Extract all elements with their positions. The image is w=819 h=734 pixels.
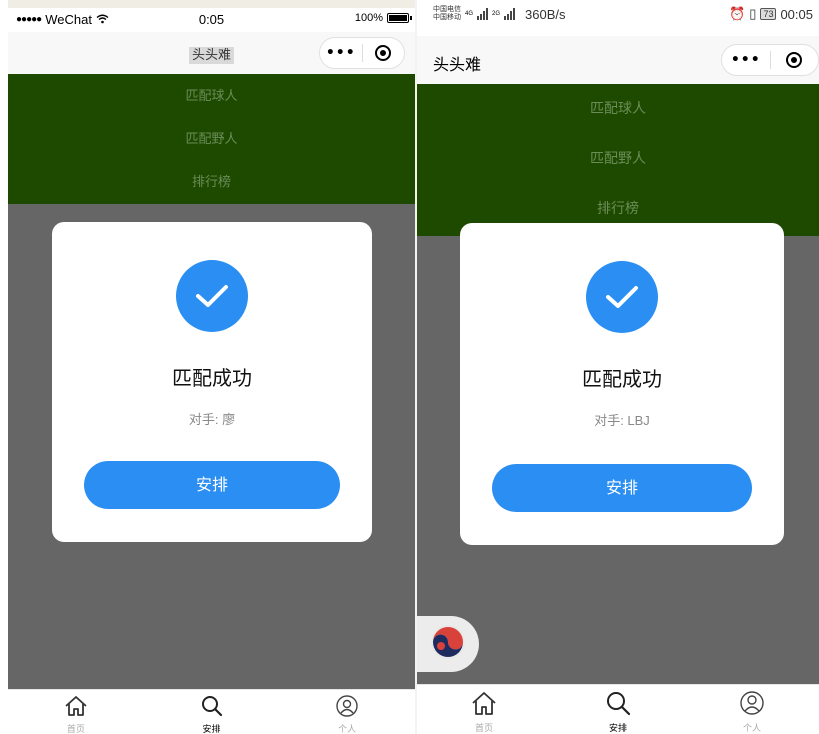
target-icon xyxy=(375,45,392,61)
tab-home[interactable]: 首页 xyxy=(8,690,144,734)
match-success-modal: 匹配成功 对手: LBJ 安排 xyxy=(460,223,784,545)
page-overlay: 匹配球人 匹配野人 排行榜 匹配成功 对手: 廖 安排 xyxy=(8,74,415,689)
arrange-button[interactable]: 安排 xyxy=(84,461,340,509)
opponent-label: 对手: 廖 xyxy=(188,412,236,427)
match-success-modal: 匹配成功 对手: 廖 安排 xyxy=(52,222,372,542)
status-bar: ●●●●● WeChat 0:05 100% xyxy=(8,0,415,32)
status-bar: 中国电信 中国移动 4G 2G 360B/s ⏰ ▯ 73 00:05 xyxy=(417,0,819,36)
menu-item-match-wild[interactable]: 匹配野人 xyxy=(417,134,819,184)
alarm-icon: ⏰ xyxy=(729,6,746,21)
tab-home[interactable]: 首页 xyxy=(417,685,551,734)
nav-bar: 头头难 ••• xyxy=(417,36,819,84)
signal-icon xyxy=(477,8,489,20)
tab-arrange[interactable]: 安排 xyxy=(144,690,280,734)
user-icon xyxy=(738,690,766,720)
opponent-label: 对手: LBJ xyxy=(594,413,650,428)
right-phone: 中国电信 中国移动 4G 2G 360B/s ⏰ ▯ 73 00:05 头头难 … xyxy=(417,0,819,734)
battery-icon xyxy=(387,13,412,23)
left-phone: ●●●●● WeChat 0:05 100% 头头难 ••• 匹配球人 匹配野人… xyxy=(8,0,415,734)
tab-label-arrange: 安排 xyxy=(202,725,221,734)
menu-item-match-ball[interactable]: 匹配球人 xyxy=(417,84,819,134)
carrier-labels: 中国电信 中国移动 xyxy=(433,6,461,21)
search-icon xyxy=(200,695,224,721)
tab-label-profile: 个人 xyxy=(742,724,761,734)
menu-panel: 匹配球人 匹配野人 排行榜 xyxy=(417,84,819,236)
target-icon xyxy=(786,52,803,68)
tab-profile[interactable]: 个人 xyxy=(685,685,819,734)
status-time: 00:05 xyxy=(780,6,813,22)
nav-bar: 头头难 ••• xyxy=(8,32,415,74)
modal-title: 匹配成功 xyxy=(582,367,662,391)
floating-assistant-button[interactable] xyxy=(417,616,479,672)
checkmark-icon xyxy=(586,261,658,333)
home-icon xyxy=(63,695,89,721)
vibrate-icon: ▯ xyxy=(749,6,757,21)
more-options-button[interactable]: ••• xyxy=(320,45,362,61)
user-icon xyxy=(335,695,359,721)
menu-item-ranking[interactable]: 排行榜 xyxy=(8,160,415,203)
arrange-button[interactable]: 安排 xyxy=(492,464,752,512)
menu-item-match-ball[interactable]: 匹配球人 xyxy=(8,74,415,117)
menu-panel: 匹配球人 匹配野人 排行榜 xyxy=(8,74,415,204)
tab-label-arrange: 安排 xyxy=(608,724,627,734)
tab-arrange[interactable]: 安排 xyxy=(551,685,685,734)
network-type-1: 4G xyxy=(465,11,474,17)
menu-item-match-wild[interactable]: 匹配野人 xyxy=(8,117,415,160)
page-overlay: 匹配球人 匹配野人 排行榜 匹配成功 对手: LBJ 安排 xyxy=(417,84,819,684)
tab-label-profile: 个人 xyxy=(338,725,357,734)
close-miniprogram-button[interactable] xyxy=(363,45,405,61)
tab-label-home: 首页 xyxy=(474,724,493,734)
capsule-menu: ••• xyxy=(319,37,405,69)
tab-label-home: 首页 xyxy=(66,725,85,734)
battery-icon: 73 xyxy=(760,8,777,20)
tab-profile[interactable]: 个人 xyxy=(279,690,415,734)
search-icon xyxy=(604,690,632,720)
checkmark-icon xyxy=(176,260,248,332)
screenshot-stage: ●●●●● WeChat 0:05 100% 头头难 ••• 匹配球人 匹配野人… xyxy=(0,0,819,734)
more-options-button[interactable]: ••• xyxy=(722,52,770,68)
network-speed: 360B/s xyxy=(525,6,566,22)
signal-icon-2 xyxy=(504,8,516,20)
capsule-menu: ••• xyxy=(721,44,819,76)
network-type-2: 2G xyxy=(492,11,501,17)
page-title: 头头难 xyxy=(433,55,482,74)
app-logo-icon xyxy=(428,622,468,666)
close-miniprogram-button[interactable] xyxy=(771,52,819,68)
tab-bar: 首页 安排 个人 xyxy=(8,689,415,734)
home-icon xyxy=(470,690,498,720)
tab-bar: 首页 安排 个人 xyxy=(417,684,819,734)
battery-percent: 100% xyxy=(354,12,383,24)
modal-title: 匹配成功 xyxy=(172,366,252,390)
